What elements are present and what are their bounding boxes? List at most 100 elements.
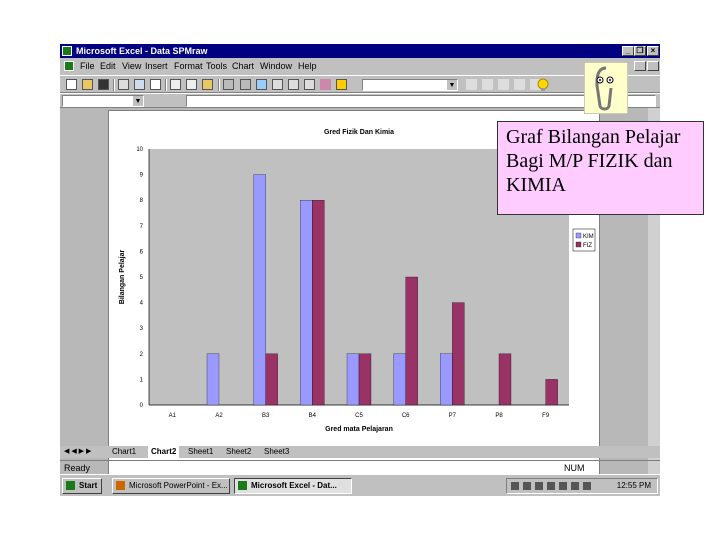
paperclip-icon [583,61,629,115]
copy-icon[interactable] [186,79,197,90]
bar-kim [253,174,266,406]
restore-button[interactable]: ❐ [634,46,646,56]
y-tick-label: 6 [140,249,144,255]
task-excel[interactable]: Microsoft Excel - Dat... [234,478,352,494]
menu-help[interactable]: Help [298,59,317,74]
x-tick-label: B3 [262,413,270,419]
menu-file[interactable]: File [80,59,95,74]
x-tick-label: C5 [355,413,363,419]
legend-label: FIZ [583,243,592,249]
standard-toolbar: ▼ [60,75,660,93]
help-icon[interactable] [336,79,347,90]
minimize-button[interactable]: _ [622,46,634,56]
excel-icon [238,481,247,490]
doc-restore-button[interactable] [634,61,646,71]
start-label: Start [79,481,98,490]
tray-icon[interactable] [535,482,543,490]
menu-edit[interactable]: Edit [100,59,116,74]
bar-kim [206,353,220,406]
bar-fiz [545,379,558,406]
title-bar: Microsoft Excel - Data SPMraw _ ❐ × [60,44,660,58]
tray-icon[interactable] [559,482,567,490]
bar-kim [440,353,453,406]
y-tick-label: 3 [140,326,144,332]
close-button[interactable]: × [647,46,659,56]
hyperlink-icon[interactable] [256,79,267,90]
y-tick-label: 8 [140,198,144,204]
tray-icon[interactable] [547,482,555,490]
sheet-tabs: ◀ ◀ ▶ ▶ Chart1 Chart2 Sheet1 Sheet2 Shee… [60,446,660,458]
powerpoint-icon [116,481,125,490]
menu-view[interactable]: View [122,59,141,74]
spelling-icon[interactable] [150,79,161,90]
sort-icon[interactable] [304,79,315,90]
bar-fiz [312,200,325,406]
tab-chart2[interactable]: Chart2 [148,446,180,458]
redo-icon[interactable] [240,79,251,90]
toolbar-separator [165,79,167,91]
align-left-icon[interactable] [498,79,509,90]
bar-fiz [358,353,372,406]
lightbulb-icon[interactable] [536,78,550,92]
task-powerpoint[interactable]: Microsoft PowerPoint - Ex... [112,478,230,494]
bold-icon[interactable] [466,79,477,90]
paste-icon[interactable] [202,79,213,90]
print-icon[interactable] [118,79,129,90]
menu-format[interactable]: Format [174,59,203,74]
menu-tools[interactable]: Tools [206,59,227,74]
tab-sheet2[interactable]: Sheet2 [226,446,251,458]
bar-fiz [405,276,418,406]
tab-sheet3[interactable]: Sheet3 [264,446,289,458]
function-icon[interactable] [288,79,299,90]
menu-chart[interactable]: Chart [232,59,254,74]
doc-close-button[interactable] [647,61,659,71]
name-box[interactable]: ▼ [62,95,144,107]
save-icon[interactable] [98,79,109,90]
task-label: Microsoft Excel - Dat... [251,481,337,490]
tab-scroll-arrows[interactable]: ◀ ◀ ▶ ▶ [64,446,91,458]
menu-insert[interactable]: Insert [145,59,168,74]
y-tick-label: 10 [136,147,143,153]
bar-fiz [498,353,512,406]
x-axis-label: Gred mata Pelajaran [325,426,393,433]
new-icon[interactable] [66,79,77,90]
tray-icon[interactable] [583,482,591,490]
autosum-icon[interactable] [272,79,283,90]
preview-icon[interactable] [134,79,145,90]
zoom-select[interactable]: ▼ [362,79,458,91]
chart-title: Gred Fizik Dan Kimia [324,129,394,136]
chart-wizard-icon[interactable] [320,79,331,90]
tab-sheet1[interactable]: Sheet1 [188,446,213,458]
tray-icon[interactable] [511,482,519,490]
y-tick-label: 7 [140,224,144,230]
x-tick-label: P8 [495,413,503,419]
tray-icon[interactable] [523,482,531,490]
callout-text: Graf Bilangan Pelajar Bagi M/P FIZIK dan… [497,121,704,215]
italic-icon[interactable] [482,79,493,90]
align-center-icon[interactable] [514,79,525,90]
undo-icon[interactable] [223,79,234,90]
status-num: NUM [564,463,585,473]
y-tick-label: 1 [140,377,144,383]
chevron-down-icon: ▼ [447,80,457,90]
cut-icon[interactable] [170,79,181,90]
bar-kim [393,353,406,406]
x-tick-label: B4 [309,413,317,419]
tab-chart1[interactable]: Chart1 [112,446,136,458]
windows-logo-icon [66,481,75,490]
start-button[interactable]: Start [62,478,102,494]
status-ready: Ready [64,463,91,473]
status-bar: Ready NUM [60,460,660,475]
x-tick-label: A1 [169,413,177,419]
menu-window[interactable]: Window [260,59,292,74]
excel-window: Microsoft Excel - Data SPMraw _ ❐ × File… [60,44,660,496]
chevron-down-icon: ▼ [133,96,143,106]
bar-fiz [265,353,278,406]
open-icon[interactable] [82,79,93,90]
bar-kim [300,200,313,406]
tray-icon[interactable] [571,482,579,490]
legend-label: KIM [583,234,594,240]
workbook-icon [64,61,74,71]
office-assistant[interactable] [537,61,629,115]
bar-fiz [452,302,465,406]
